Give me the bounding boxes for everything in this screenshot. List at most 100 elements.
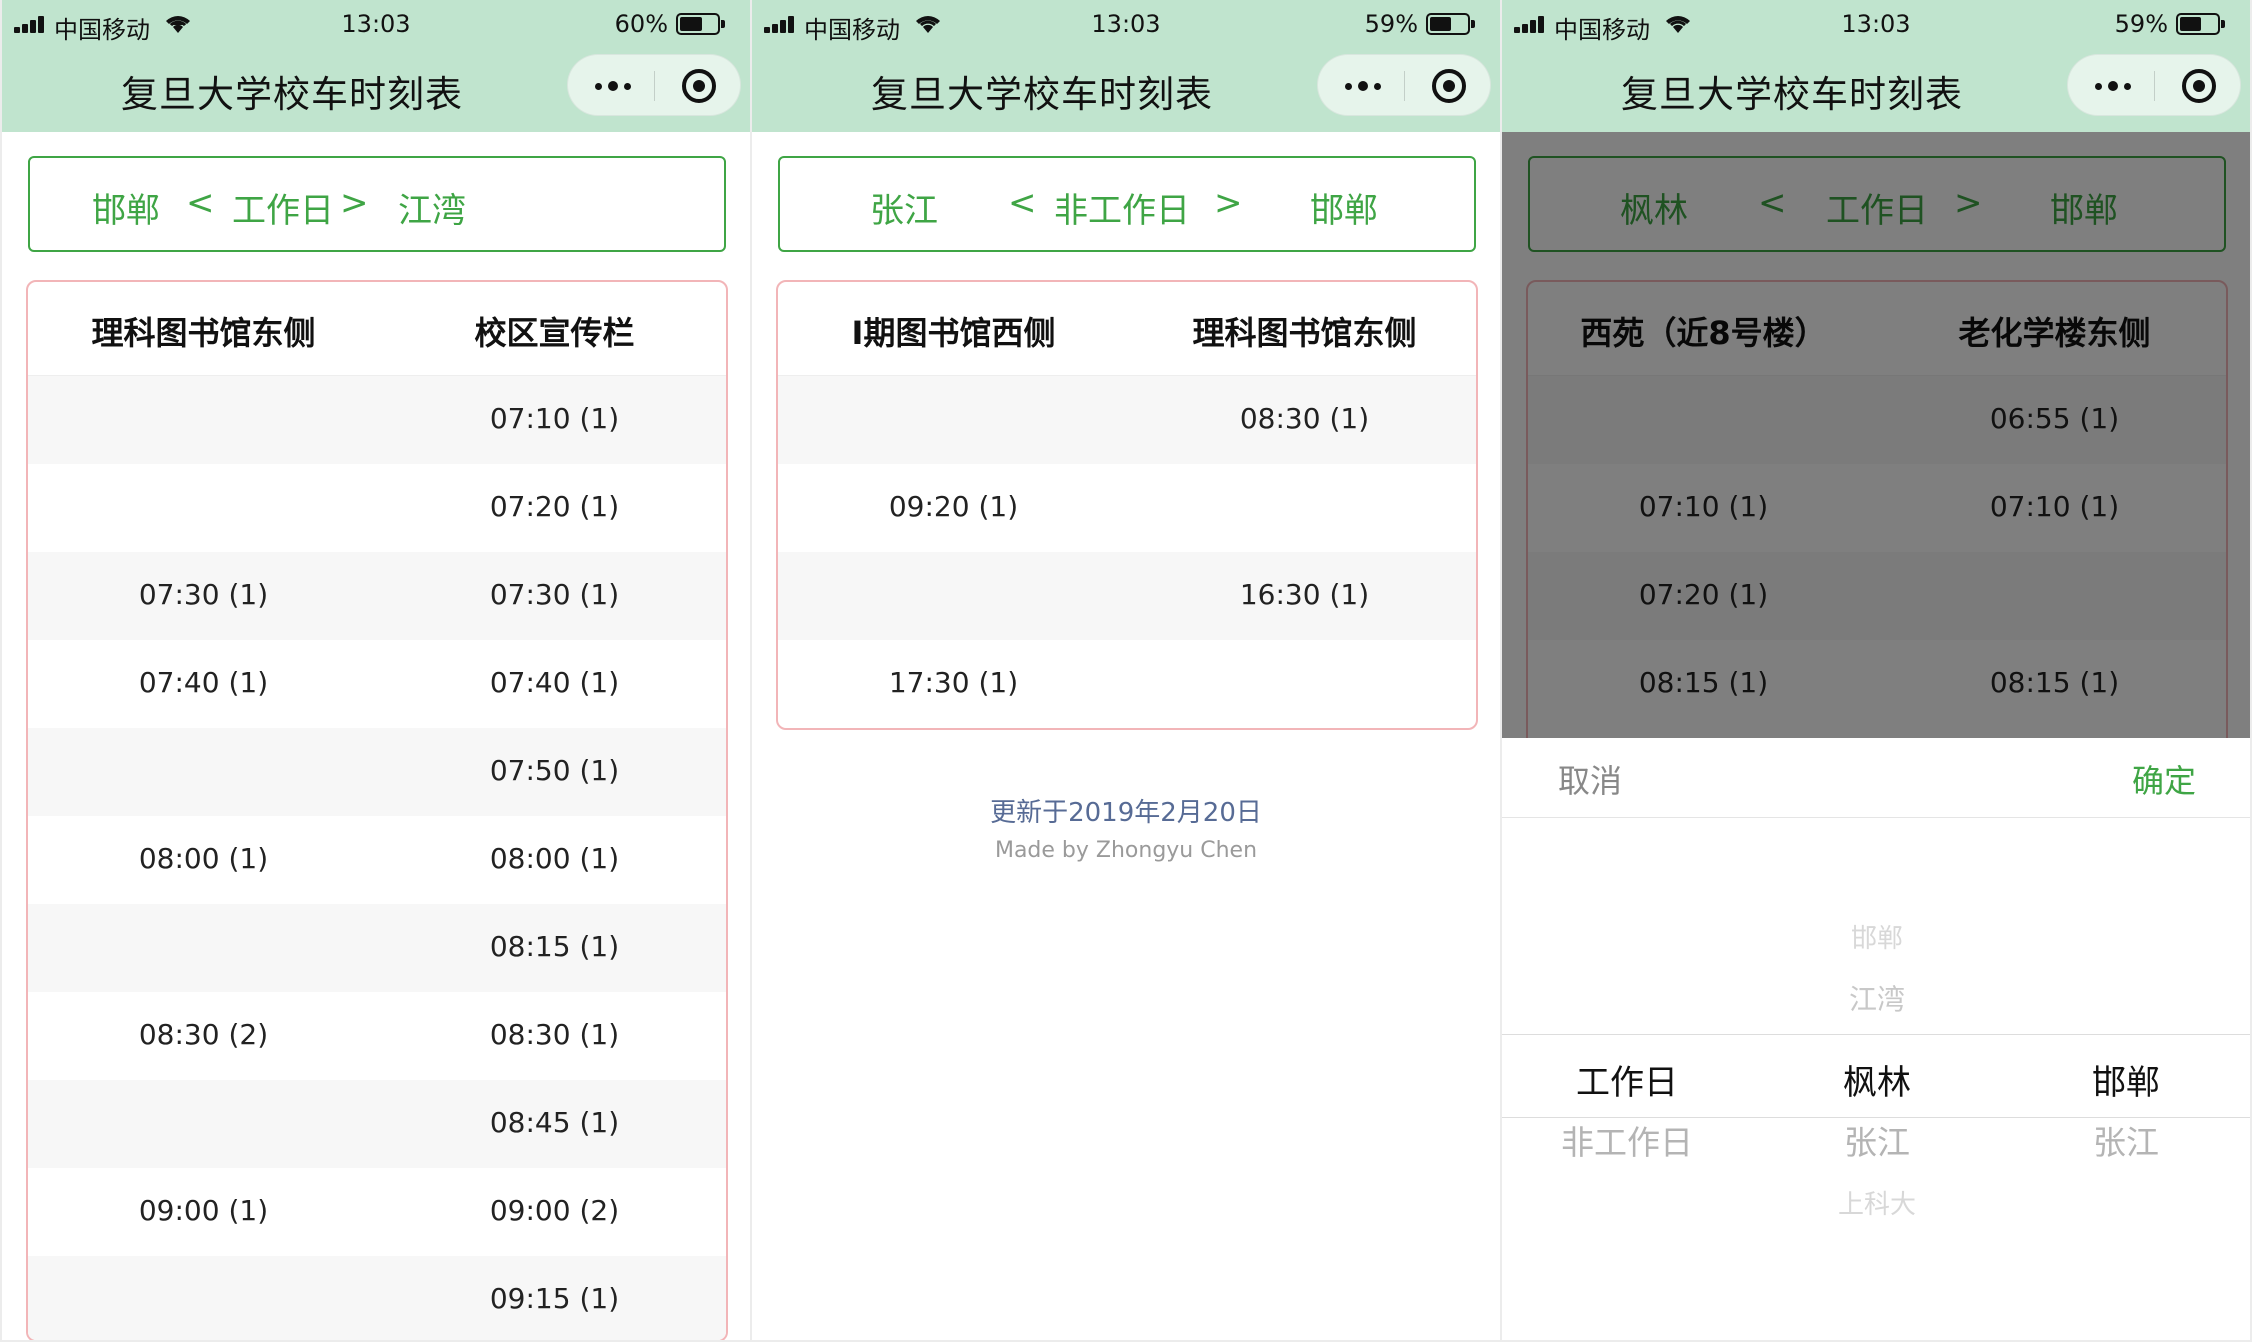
picker-origin-selected[interactable]: 枫林: [1752, 1055, 2002, 1104]
picker-day-selected[interactable]: 工作日: [1502, 1055, 1752, 1104]
departure-time: 16:30 (1): [1239, 578, 1370, 611]
route-picker: 取消 确定 工作日 非工作日 邯郸 江湾 枫林 张江 上科大 邯郸 张江: [1502, 738, 2250, 1340]
more-dots-icon[interactable]: [1324, 55, 1402, 117]
more-dots-icon[interactable]: [2074, 55, 2152, 117]
route-switcher: 张江 < 非工作日 > 邯郸: [778, 156, 1476, 252]
table-row: 08:45 (1): [28, 1080, 726, 1168]
departure-time: 07:40 (1): [138, 666, 269, 699]
picker-header: 取消 确定: [1502, 738, 2250, 818]
capsule-divider: [2154, 71, 2155, 101]
battery-icon: [1426, 13, 1475, 35]
status-bar: 中国移动 13:03 60%: [2, 0, 750, 48]
picker-origin-option[interactable]: 张江: [1752, 1116, 2002, 1164]
departure-time: 09:20 (1): [888, 490, 1019, 523]
departure-time: 08:45 (1): [489, 1106, 620, 1139]
route-switcher: 邯郸 < 工作日 > 江湾: [28, 156, 726, 252]
table-row: 08:30 (1): [778, 376, 1476, 464]
table-header: I期图书馆西侧 理科图书馆东侧: [778, 282, 1476, 376]
table-row: 16:30 (1): [778, 552, 1476, 640]
table-header: 理科图书馆东侧 校区宣传栏: [28, 282, 726, 376]
table-row: 08:30 (2) 08:30 (1): [28, 992, 726, 1080]
origin-campus[interactable]: 邯郸: [92, 183, 160, 232]
departure-time: 08:00 (1): [138, 842, 269, 875]
departure-time: 07:30 (1): [489, 578, 620, 611]
origin-campus[interactable]: 张江: [870, 183, 938, 232]
nav-bar: 复旦大学校车时刻表: [2, 48, 750, 132]
table-row: 09:15 (1): [28, 1256, 726, 1340]
departure-time: 08:30 (1): [489, 1018, 620, 1051]
departure-time: 08:30 (2): [138, 1018, 269, 1051]
battery-percent: 60%: [614, 10, 668, 38]
column-header: I期图书馆西侧: [851, 314, 1056, 352]
page-title: 复旦大学校车时刻表: [1621, 73, 1963, 116]
next-arrow[interactable]: >: [340, 183, 369, 223]
page-title: 复旦大学校车时刻表: [871, 73, 1213, 116]
battery-icon: [676, 13, 725, 35]
battery-percent: 59%: [1364, 10, 1418, 38]
nav-bar: 复旦大学校车时刻表: [752, 48, 1500, 132]
column-header: 校区宣传栏: [474, 314, 635, 352]
departure-time: 07:40 (1): [489, 666, 620, 699]
destination-campus[interactable]: 邯郸: [1310, 183, 1378, 232]
departure-time: 17:30 (1): [888, 666, 1019, 699]
picker-origin-option[interactable]: 邯郸: [1752, 918, 2002, 955]
table-row: 08:00 (1) 08:00 (1): [28, 816, 726, 904]
table-row: 07:10 (1): [28, 376, 726, 464]
status-bar: 中国移动 13:03 59%: [1502, 0, 2250, 48]
menu-capsule: [2067, 54, 2241, 116]
confirm-button[interactable]: 确定: [2132, 756, 2196, 802]
departure-time: 07:20 (1): [489, 490, 620, 523]
table-row: 07:20 (1): [28, 464, 726, 552]
destination-campus[interactable]: 江湾: [398, 183, 466, 232]
table-row: 07:30 (1) 07:30 (1): [28, 552, 726, 640]
departure-time: 07:50 (1): [489, 754, 620, 787]
battery-percent: 59%: [2114, 10, 2168, 38]
close-miniprogram-icon[interactable]: [1412, 55, 1486, 117]
capsule-divider: [654, 71, 655, 101]
menu-capsule: [1317, 54, 1491, 116]
day-type[interactable]: 非工作日: [1054, 183, 1190, 232]
departure-time: 09:15 (1): [489, 1282, 620, 1315]
table-row: 07:40 (1) 07:40 (1): [28, 640, 726, 728]
table-row: 08:15 (1): [28, 904, 726, 992]
departure-time: 07:10 (1): [489, 402, 620, 435]
departure-time: 07:30 (1): [138, 578, 269, 611]
table-row: 09:20 (1): [778, 464, 1476, 552]
screen-1: 中国移动 13:03 60% 复旦大学校车时刻表 邯郸 < 工作日 > 江湾 理…: [2, 0, 750, 1340]
timetable: I期图书馆西侧 理科图书馆东侧 08:30 (1) 09:20 (1) 16:3…: [776, 280, 1478, 730]
modal-overlay[interactable]: [1502, 132, 2250, 738]
timetable: 理科图书馆东侧 校区宣传栏 07:10 (1) 07:20 (1) 07:30 …: [26, 280, 728, 1340]
update-date: 更新于2019年2月20日: [990, 798, 1262, 828]
close-miniprogram-icon[interactable]: [2162, 55, 2236, 117]
day-type[interactable]: 工作日: [232, 183, 334, 232]
column-header: 理科图书馆东侧: [91, 314, 316, 352]
table-row: 09:00 (1) 09:00 (2): [28, 1168, 726, 1256]
capsule-divider: [1404, 71, 1405, 101]
nav-bar: 复旦大学校车时刻表: [1502, 48, 2250, 132]
table-row: 07:50 (1): [28, 728, 726, 816]
picker-origin-option[interactable]: 上科大: [1752, 1184, 2002, 1221]
picker-destination-option[interactable]: 张江: [2002, 1116, 2250, 1164]
close-miniprogram-icon[interactable]: [662, 55, 736, 117]
column-header: 理科图书馆东侧: [1192, 314, 1417, 352]
departure-time: 08:15 (1): [489, 930, 620, 963]
author-credit: Made by Zhongyu Chen: [994, 838, 1258, 863]
prev-arrow[interactable]: <: [1008, 183, 1037, 223]
prev-arrow[interactable]: <: [186, 183, 215, 223]
menu-capsule: [567, 54, 741, 116]
departure-time: 08:30 (1): [1239, 402, 1370, 435]
page-title: 复旦大学校车时刻表: [121, 73, 463, 116]
screen-2: 中国移动 13:03 59% 复旦大学校车时刻表 张江 < 非工作日 > 邯郸 …: [752, 0, 1500, 1340]
departure-time: 09:00 (2): [489, 1194, 620, 1227]
screen-3: 中国移动 13:03 59% 复旦大学校车时刻表 枫林 < 工作日 > 邯郸 西…: [1502, 0, 2250, 1340]
departure-time: 09:00 (1): [138, 1194, 269, 1227]
table-row: 17:30 (1): [778, 640, 1476, 728]
more-dots-icon[interactable]: [574, 55, 652, 117]
status-bar: 中国移动 13:03 59%: [752, 0, 1500, 48]
picker-origin-option[interactable]: 江湾: [1752, 978, 2002, 1018]
picker-day-option[interactable]: 非工作日: [1502, 1116, 1752, 1164]
battery-icon: [2176, 13, 2225, 35]
cancel-button[interactable]: 取消: [1558, 756, 1622, 802]
next-arrow[interactable]: >: [1214, 183, 1243, 223]
picker-destination-selected[interactable]: 邯郸: [2002, 1055, 2250, 1104]
